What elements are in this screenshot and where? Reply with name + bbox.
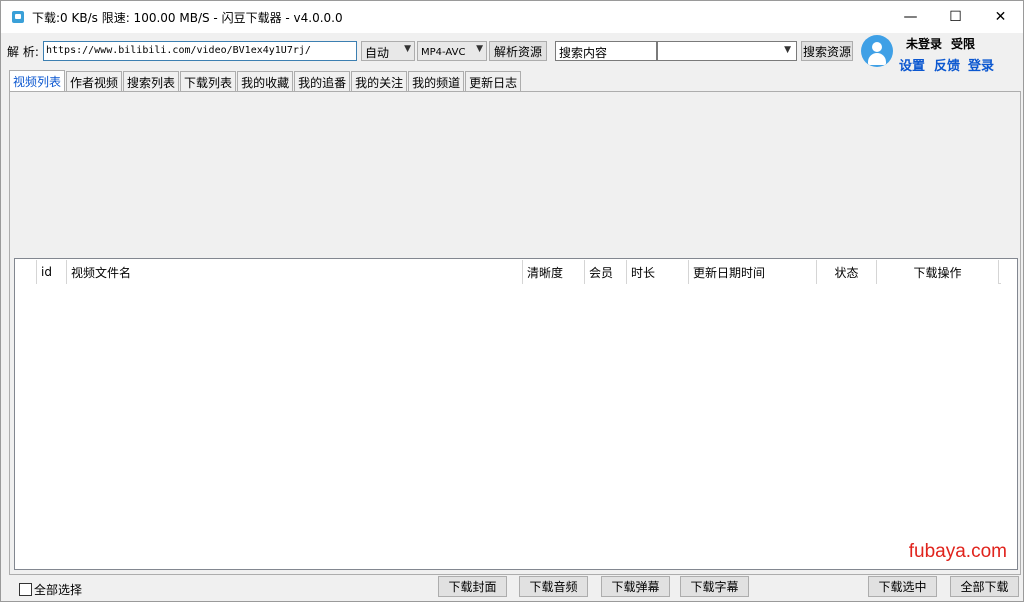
app-logo-icon	[12, 11, 24, 23]
column-header-status[interactable]: 状态	[817, 260, 877, 284]
tab-my-channels[interactable]: 我的频道	[408, 71, 465, 92]
window-controls: — ☐ ✕	[888, 1, 1023, 33]
tab-download-list[interactable]: 下载列表	[180, 71, 237, 92]
video-table[interactable]: id 视频文件名 清晰度 会员 时长 更新日期时间 状态 下载操作 fubaya…	[14, 258, 1018, 570]
user-avatar-icon[interactable]	[861, 35, 893, 67]
tab-search-list[interactable]: 搜索列表	[123, 71, 180, 92]
column-header-action[interactable]: 下载操作	[877, 260, 999, 284]
chevron-down-icon: ▼	[784, 45, 791, 55]
column-header-duration[interactable]: 时长	[627, 260, 689, 284]
search-combo[interactable]: ▼	[657, 41, 797, 61]
window-title: 下载:0 KB/s 限速: 100.00 MB/S - 闪豆下载器 - v4.0…	[32, 10, 343, 25]
download-cover-button[interactable]: 下载封面	[438, 576, 507, 597]
download-selected-button[interactable]: 下载选中	[868, 576, 937, 597]
download-audio-button[interactable]: 下载音频	[519, 576, 588, 597]
close-button[interactable]: ✕	[978, 1, 1023, 33]
tab-video-list[interactable]: 视频列表	[9, 70, 66, 92]
maximize-button[interactable]: ☐	[933, 1, 978, 33]
tab-changelog[interactable]: 更新日志	[465, 71, 522, 92]
format-select[interactable]: MP4-AVC ▼	[417, 41, 487, 61]
title-bar[interactable]: 下载:0 KB/s 限速: 100.00 MB/S - 闪豆下载器 - v4.0…	[1, 1, 1023, 33]
parse-label: 解 析:	[7, 45, 39, 59]
search-input[interactable]: 搜索内容	[555, 41, 657, 61]
quality-select-value: 自动	[365, 46, 390, 60]
select-all-label: 全部选择	[34, 583, 83, 597]
tab-panel: id 视频文件名 清晰度 会员 时长 更新日期时间 状态 下载操作 fubaya…	[9, 91, 1021, 575]
avatar-head	[872, 42, 882, 52]
download-subtitle-button[interactable]: 下载字幕	[680, 576, 749, 597]
settings-link[interactable]: 设置	[899, 55, 925, 74]
quality-select[interactable]: 自动 ▼	[361, 41, 415, 61]
column-header-updated[interactable]: 更新日期时间	[689, 260, 817, 284]
download-all-button[interactable]: 全部下载	[950, 576, 1019, 597]
format-select-value: MP4-AVC	[421, 47, 466, 58]
feedback-link[interactable]: 反馈	[934, 55, 960, 74]
watermark: fubaya.com	[908, 541, 1007, 562]
login-status: 未登录	[906, 37, 943, 51]
download-danmaku-button[interactable]: 下载弹幕	[601, 576, 670, 597]
tab-my-bangumi[interactable]: 我的追番	[294, 71, 351, 92]
video-info-area	[14, 96, 1018, 256]
checkbox-box[interactable]	[19, 583, 32, 596]
app-window: 下载:0 KB/s 限速: 100.00 MB/S - 闪豆下载器 - v4.0…	[0, 0, 1024, 602]
avatar-body	[868, 53, 886, 65]
chevron-down-icon: ▼	[404, 44, 411, 54]
column-header-vip[interactable]: 会员	[585, 260, 627, 284]
tab-strip: 视频列表 作者视频 搜索列表 下载列表 我的收藏 我的追番 我的关注 我的频道 …	[9, 70, 522, 92]
tab-author-videos[interactable]: 作者视频	[66, 71, 123, 92]
minimize-button[interactable]: —	[888, 1, 933, 33]
chevron-down-icon: ▼	[476, 44, 483, 54]
column-header-filename[interactable]: 视频文件名	[67, 260, 523, 284]
limit-status: 受限	[951, 37, 976, 51]
login-link[interactable]: 登录	[968, 55, 994, 74]
column-header-select[interactable]	[15, 260, 37, 284]
bottom-bar: 全部选择 下载封面 下载音频 下载弹幕 下载字幕 下载选中 全部下载	[1, 575, 1023, 601]
tab-my-following[interactable]: 我的关注	[351, 71, 408, 92]
table-header: id 视频文件名 清晰度 会员 时长 更新日期时间 状态 下载操作	[15, 260, 1001, 284]
url-input[interactable]: https://www.bilibili.com/video/BV1ex4y1U…	[43, 41, 357, 61]
column-header-quality[interactable]: 清晰度	[523, 260, 585, 284]
column-header-id[interactable]: id	[37, 260, 67, 284]
parse-button[interactable]: 解析资源	[489, 41, 547, 61]
search-button[interactable]: 搜索资源	[801, 41, 853, 61]
select-all-checkbox[interactable]: 全部选择	[19, 581, 82, 598]
tab-my-favorites[interactable]: 我的收藏	[237, 71, 294, 92]
